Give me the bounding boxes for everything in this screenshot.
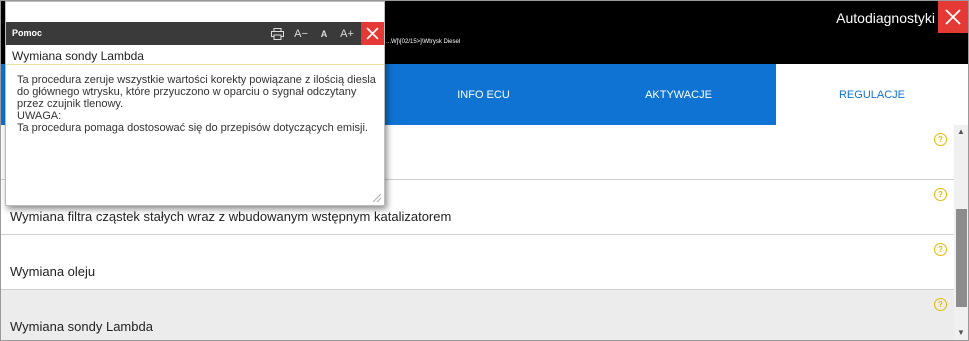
help-icon[interactable]: ? bbox=[934, 243, 947, 256]
help-popup-title: Pomoc bbox=[12, 28, 43, 38]
help-paragraph: UWAGA: bbox=[17, 110, 62, 122]
tab-info-ecu[interactable]: INFO ECU bbox=[386, 64, 581, 125]
tab-label: INFO ECU bbox=[457, 88, 510, 101]
font-default-button[interactable]: A bbox=[316, 24, 332, 43]
close-icon bbox=[366, 27, 379, 40]
help-icon[interactable]: ? bbox=[934, 188, 947, 201]
help-popup-subtitle: Wymiana sondy Lambda bbox=[12, 49, 144, 63]
divider bbox=[6, 64, 384, 65]
help-popup-header[interactable]: Pomoc A− A A+ bbox=[6, 22, 384, 45]
list-item-label: Wymiana oleju bbox=[10, 264, 96, 279]
font-increase-button[interactable]: A+ bbox=[336, 24, 358, 43]
help-popup-body: Ta procedura zeruje wszystkie wartości k… bbox=[17, 74, 377, 134]
resize-grip-icon[interactable] bbox=[370, 191, 382, 203]
tab-label: REGULACJE bbox=[838, 88, 906, 101]
help-icon[interactable]: ? bbox=[934, 133, 947, 146]
list-item-label: Wymiana sondy Lambda bbox=[10, 319, 153, 334]
list-item-selected[interactable]: Wymiana sondy Lambda ? bbox=[1, 290, 954, 340]
scroll-down-icon[interactable]: ▼ bbox=[954, 326, 968, 340]
print-icon bbox=[270, 27, 284, 40]
help-popup-close-button[interactable] bbox=[361, 22, 384, 45]
scroll-up-icon[interactable]: ▲ bbox=[954, 125, 968, 139]
list-scrollbar[interactable]: ▲ ▼ bbox=[954, 125, 968, 340]
list-item[interactable]: Wymiana oleju ? bbox=[1, 235, 954, 290]
scroll-thumb[interactable] bbox=[956, 209, 967, 307]
help-popup: Pomoc A− A A+ Wymiana sondy Lambda Ta pr… bbox=[5, 1, 385, 206]
help-paragraph: Ta procedura pomaga dostosować się do pr… bbox=[17, 122, 368, 134]
tab-regulacje[interactable]: REGULACJE bbox=[776, 64, 968, 125]
breadcrumb: ...W]\[02/15>]\Wtrysk Diesel bbox=[386, 39, 461, 45]
app-title: Autodiagnostyki bbox=[836, 10, 935, 26]
help-paragraph: Ta procedura zeruje wszystkie wartości k… bbox=[17, 74, 376, 110]
tab-aktywacje[interactable]: AKTYWACJE bbox=[581, 64, 776, 125]
app-close-button[interactable] bbox=[938, 1, 968, 33]
close-icon bbox=[945, 9, 961, 25]
print-button[interactable] bbox=[268, 24, 286, 43]
list-item-label: Wymiana filtra cząstek stałych wraz z wb… bbox=[10, 209, 452, 224]
app-window: ...W]\[02/15>]\Wtrysk Diesel Autodiagnos… bbox=[0, 0, 969, 341]
help-icon[interactable]: ? bbox=[934, 298, 947, 311]
font-decrease-button[interactable]: A− bbox=[290, 24, 312, 43]
tab-label: AKTYWACJE bbox=[645, 88, 712, 101]
